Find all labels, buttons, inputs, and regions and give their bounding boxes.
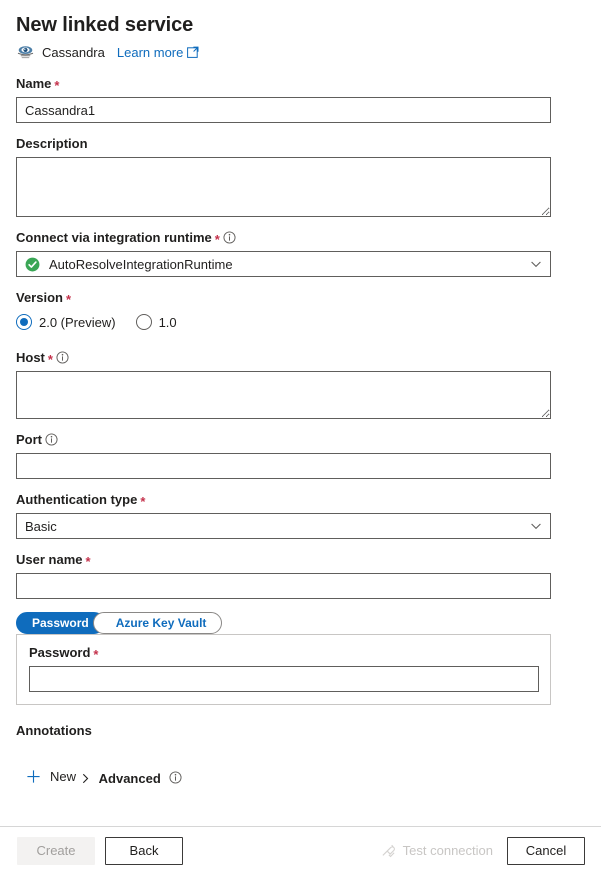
- radio-indicator: [136, 314, 152, 330]
- integration-runtime-label: Connect via integration runtime *: [16, 230, 585, 246]
- cassandra-icon: [16, 44, 35, 60]
- footer-right-group: Test connection Cancel: [381, 837, 585, 865]
- tab-password[interactable]: Password: [16, 612, 105, 634]
- port-label: Port: [16, 432, 585, 448]
- password-label-text: Password: [29, 645, 90, 661]
- create-button[interactable]: Create: [17, 837, 95, 865]
- required-marker: *: [85, 557, 90, 567]
- name-label: Name *: [16, 76, 585, 92]
- plug-icon: [381, 843, 396, 858]
- plus-icon: [26, 769, 41, 784]
- host-label: Host *: [16, 350, 585, 366]
- radio-indicator: [16, 314, 32, 330]
- integration-runtime-value: AutoResolveIntegrationRuntime: [49, 257, 233, 272]
- user-name-field: User name *: [16, 552, 585, 599]
- version-option-1-0[interactable]: 1.0: [136, 314, 177, 330]
- integration-runtime-select[interactable]: AutoResolveIntegrationRuntime: [16, 251, 551, 277]
- version-radio-group: 2.0 (Preview) 1.0: [16, 311, 585, 333]
- version-field: Version * 2.0 (Preview) 1.0: [16, 290, 585, 333]
- host-field: Host *: [16, 350, 585, 419]
- annotations-label: Annotations: [16, 723, 585, 738]
- password-input[interactable]: [29, 666, 539, 692]
- credential-tab-group: Password Azure Key Vault: [16, 612, 585, 634]
- required-marker: *: [140, 497, 145, 507]
- required-marker: *: [54, 81, 59, 91]
- add-annotation-label: New: [50, 769, 76, 784]
- description-label: Description: [16, 136, 585, 152]
- version-label-text: Version: [16, 290, 63, 306]
- dialog-footer: Create Back Test connection Cancel: [0, 826, 601, 874]
- version-option-2-0-preview[interactable]: 2.0 (Preview): [16, 314, 116, 330]
- name-label-text: Name: [16, 76, 51, 92]
- test-connection-label: Test connection: [403, 843, 493, 858]
- integration-runtime-label-text: Connect via integration runtime: [16, 230, 212, 246]
- name-field: Name *: [16, 76, 585, 123]
- authentication-type-label: Authentication type *: [16, 492, 585, 508]
- port-label-text: Port: [16, 432, 42, 448]
- version-option-label: 1.0: [159, 315, 177, 330]
- authentication-type-label-text: Authentication type: [16, 492, 137, 508]
- host-label-text: Host: [16, 350, 45, 366]
- password-panel: Password *: [16, 634, 551, 705]
- add-annotation-button[interactable]: New: [26, 769, 76, 784]
- host-textarea[interactable]: [16, 371, 551, 419]
- required-marker: *: [48, 355, 53, 365]
- port-input[interactable]: [16, 453, 551, 479]
- user-name-input[interactable]: [16, 573, 551, 599]
- user-name-label: User name *: [16, 552, 585, 568]
- learn-more-link[interactable]: Learn more: [117, 45, 199, 60]
- external-link-icon: [187, 46, 199, 58]
- info-icon[interactable]: [223, 232, 236, 245]
- required-marker: *: [66, 295, 71, 305]
- user-name-label-text: User name: [16, 552, 82, 568]
- back-button[interactable]: Back: [105, 837, 183, 865]
- password-label: Password *: [29, 645, 540, 661]
- required-marker: *: [93, 650, 98, 660]
- cancel-button[interactable]: Cancel: [507, 837, 585, 865]
- page-title: New linked service: [16, 12, 585, 38]
- learn-more-label: Learn more: [117, 45, 183, 60]
- chevron-right-icon: [80, 773, 91, 784]
- tab-azure-key-vault[interactable]: Azure Key Vault: [93, 612, 223, 634]
- test-connection-button[interactable]: Test connection: [381, 843, 493, 858]
- new-linked-service-panel: New linked service Cassandra Learn more: [0, 0, 601, 826]
- authentication-type-field: Authentication type * Basic: [16, 492, 585, 539]
- description-field: Description: [16, 136, 585, 217]
- advanced-toggle[interactable]: Advanced: [80, 771, 182, 786]
- advanced-label: Advanced: [99, 771, 161, 786]
- name-input[interactable]: [16, 97, 551, 123]
- description-textarea[interactable]: [16, 157, 551, 217]
- service-subtitle: Cassandra Learn more: [16, 42, 585, 62]
- port-field: Port: [16, 432, 585, 479]
- authentication-type-value: Basic: [25, 519, 57, 534]
- description-label-text: Description: [16, 136, 88, 152]
- service-name: Cassandra: [42, 45, 105, 60]
- info-icon[interactable]: [169, 772, 182, 785]
- green-check-icon: [25, 257, 49, 272]
- integration-runtime-field: Connect via integration runtime *: [16, 230, 585, 277]
- info-icon[interactable]: [56, 352, 69, 365]
- required-marker: *: [215, 235, 220, 245]
- authentication-type-select[interactable]: Basic: [16, 513, 551, 539]
- version-label: Version *: [16, 290, 585, 306]
- info-icon[interactable]: [45, 434, 58, 447]
- version-option-label: 2.0 (Preview): [39, 315, 116, 330]
